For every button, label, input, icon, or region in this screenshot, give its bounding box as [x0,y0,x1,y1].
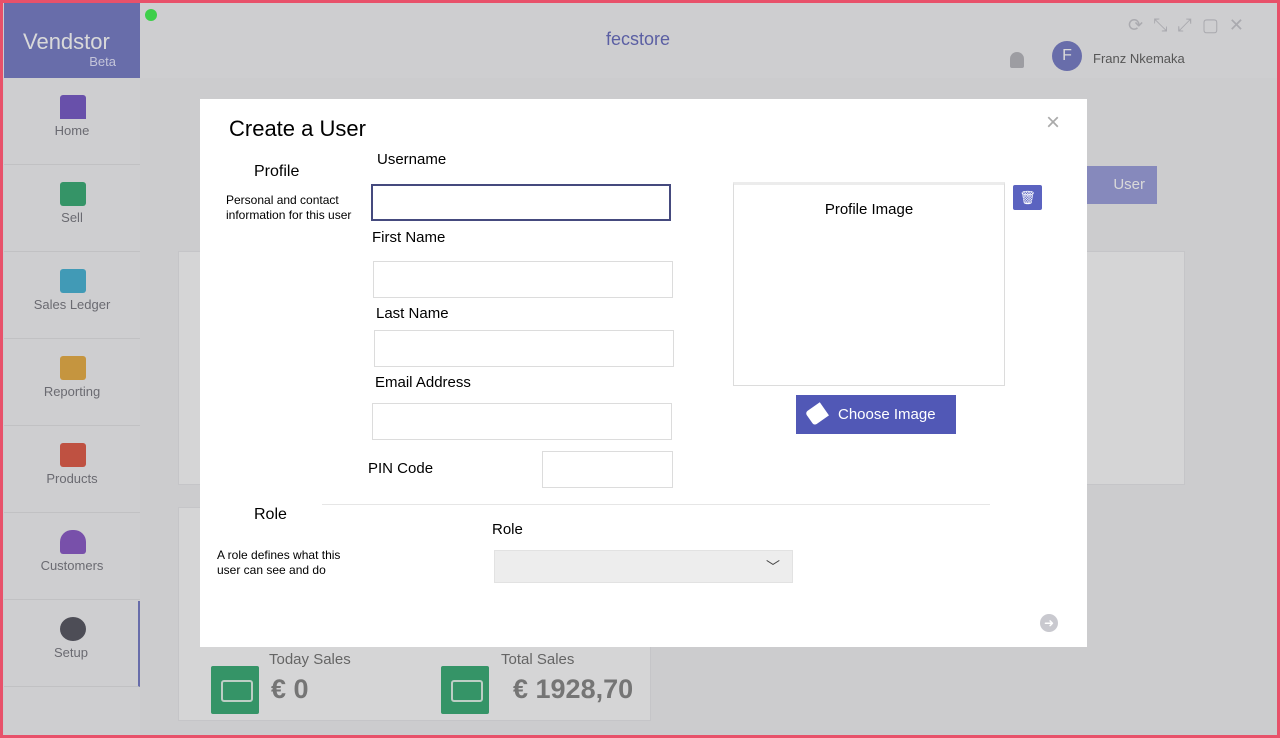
role-select[interactable]: ﹀ [494,550,793,583]
first-name-label: First Name [372,229,446,246]
last-name-label: Last Name [376,305,449,322]
last-name-input[interactable] [374,330,674,367]
first-name-input[interactable] [373,261,673,298]
email-input[interactable] [372,403,672,440]
dialog-title: Create a User [229,116,366,141]
close-icon[interactable]: × [1046,109,1060,137]
role-section-description: A role defines what this user can see an… [217,548,341,577]
profile-image-title: Profile Image [824,201,914,218]
username-label: Username [377,151,447,168]
create-user-dialog: Create a User × Profile Personal and con… [200,99,1087,647]
role-label: Role [492,521,523,538]
app-window: Vendstor Beta Home Sell Sales Ledger Rep… [0,0,1280,738]
profile-section-title: Profile [254,163,300,180]
tag-icon [805,402,829,426]
profile-section-description: Personal and contact information for thi… [226,193,352,222]
profile-image-box[interactable]: Profile Image [733,182,1005,386]
delete-image-button[interactable]: 🗑 [1013,185,1042,210]
trash-icon: 🗑 [1019,190,1036,205]
divider [322,504,990,505]
pin-label: PIN Code [368,460,434,477]
chevron-down-icon: ﹀ [766,559,780,575]
username-input[interactable] [371,184,671,221]
pin-input[interactable] [542,451,673,488]
status-dot [145,9,157,21]
email-label: Email Address [375,374,471,391]
choose-image-button[interactable]: Choose Image [796,395,956,434]
next-arrow-icon[interactable]: ➜ [1040,614,1058,632]
choose-image-label: Choose Image [838,406,936,423]
role-section-title: Role [254,506,287,523]
